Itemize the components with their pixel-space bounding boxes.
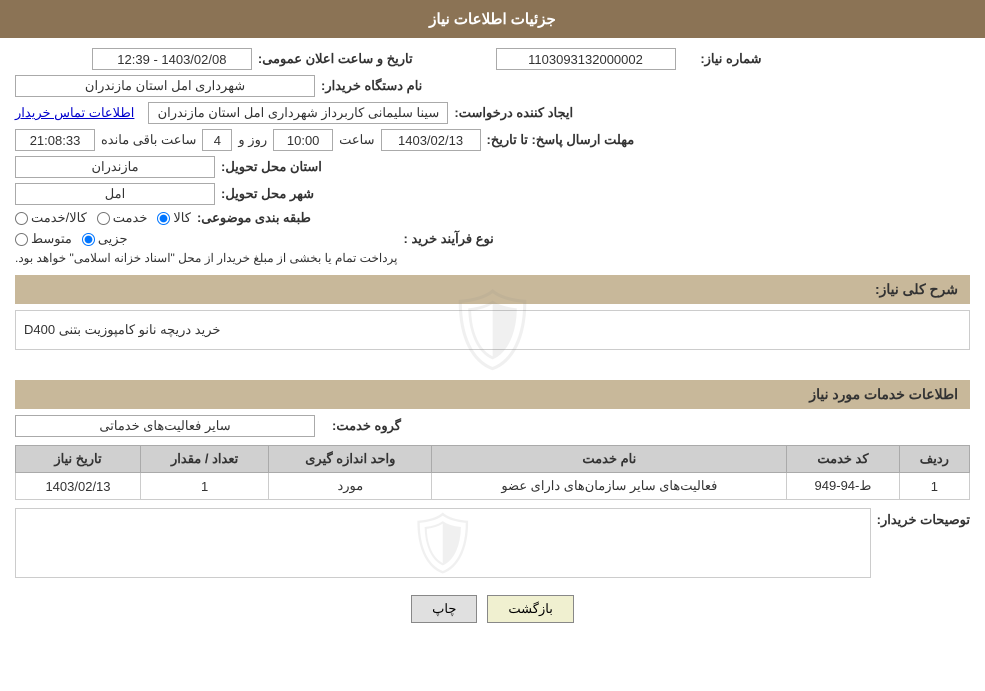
col-code: کد خدمت — [787, 446, 899, 473]
category-option-kala: کالا — [157, 210, 191, 226]
process-jozii-label: جزیی — [98, 231, 128, 247]
print-button[interactable]: چاپ — [411, 595, 477, 623]
deadline-time-label: ساعت — [339, 132, 374, 148]
cell-name: فعالیت‌های سایر سازمان‌های دارای عضو — [432, 473, 787, 500]
creator-contact-link[interactable]: اطلاعات تماس خریدار — [15, 105, 134, 121]
row-category: طبقه بندی موضوعی: کالا/خدمت خدمت کالا — [15, 210, 970, 226]
table-header-row: ردیف کد خدمت نام خدمت واحد اندازه گیری ت… — [16, 446, 970, 473]
category-radio-kala[interactable] — [157, 212, 170, 225]
cell-qty: 1 — [141, 473, 269, 500]
row-service-group: گروه خدمت: سایر فعالیت‌های خدماتی — [15, 415, 970, 437]
category-kala-label: کالا — [173, 210, 191, 226]
row-buyer-org: نام دستگاه خریدار: شهرداری امل استان ماز… — [15, 75, 970, 97]
deadline-time-value: 10:00 — [273, 129, 333, 151]
col-name: نام خدمت — [432, 446, 787, 473]
row-city: شهر محل تحویل: امل — [15, 183, 970, 205]
buyer-org-label: نام دستگاه خریدار: — [321, 78, 422, 94]
category-radio-khedmat[interactable] — [97, 212, 110, 225]
creator-value: سینا سلیمانی کاربرداز شهرداری امل استان … — [148, 102, 448, 124]
summary-value: خرید دریچه نانو کامپوزیت بتنی D400 🛡 — [15, 310, 970, 350]
category-radio-kala-khedmat[interactable] — [15, 212, 28, 225]
deadline-remaining-label: ساعت باقی مانده — [101, 132, 196, 148]
announce-date-value: 1403/02/08 - 12:39 — [92, 48, 252, 70]
province-value: مازندران — [15, 156, 215, 178]
process-radio-jozii[interactable] — [82, 233, 95, 246]
deadline-days-value: 4 — [202, 129, 232, 151]
deadline-remaining-value: 21:08:33 — [15, 129, 95, 151]
city-value: امل — [15, 183, 215, 205]
process-group: متوسط جزیی پرداخت تمام یا بخشی از مبلغ خ… — [15, 231, 398, 265]
row-deadline: مهلت ارسال پاسخ: تا تاریخ: 1403/02/13 سا… — [15, 129, 970, 151]
summary-area: خرید دریچه نانو کامپوزیت بتنی D400 🛡 — [15, 310, 970, 370]
col-qty: تعداد / مقدار — [141, 446, 269, 473]
services-section-label: اطلاعات خدمات مورد نیاز — [809, 386, 958, 402]
notes-watermark: 🛡 — [405, 508, 481, 579]
buyer-notes-label: توصیحات خریدار: — [877, 508, 970, 528]
city-label: شهر محل تحویل: — [221, 186, 314, 202]
services-section-title: اطلاعات خدمات مورد نیاز — [15, 380, 970, 409]
row-process: نوع فرآیند خرید : متوسط جزیی پرداخت تمام… — [15, 231, 970, 265]
col-row: ردیف — [899, 446, 969, 473]
table-body: 1ط-94-949فعالیت‌های سایر سازمان‌های دارا… — [16, 473, 970, 500]
page-header: جزئیات اطلاعات نیاز — [0, 0, 985, 38]
need-number-value: 1103093132000002 — [496, 48, 676, 70]
row-need-number: شماره نیاز: 1103093132000002 تاریخ و ساع… — [15, 48, 970, 70]
process-note: پرداخت تمام یا بخشی از مبلغ خریدار از مح… — [15, 251, 398, 265]
category-option-khedmat: خدمت — [97, 210, 148, 226]
category-label: طبقه بندی موضوعی: — [197, 210, 311, 226]
page-title: جزئیات اطلاعات نیاز — [429, 11, 556, 28]
row-creator: ایجاد کننده درخواست: سینا سلیمانی کاربرد… — [15, 102, 970, 124]
summary-section-title: شرح کلی نیاز: — [15, 275, 970, 304]
summary-section-label: شرح کلی نیاز: — [875, 281, 958, 297]
col-date: تاریخ نیاز — [16, 446, 141, 473]
creator-label: ایجاد کننده درخواست: — [454, 105, 573, 121]
process-option-motavaset: متوسط — [15, 231, 72, 247]
process-label: نوع فرآیند خرید : — [404, 231, 494, 247]
category-khedmat-label: خدمت — [113, 210, 148, 226]
deadline-date-value: 1403/02/13 — [381, 129, 481, 151]
main-content: شماره نیاز: 1103093132000002 تاریخ و ساع… — [0, 38, 985, 645]
services-table: ردیف کد خدمت نام خدمت واحد اندازه گیری ت… — [15, 445, 970, 500]
process-motavaset-label: متوسط — [31, 231, 72, 247]
cell-code: ط-94-949 — [787, 473, 899, 500]
row-buyer-notes: توصیحات خریدار: 🛡 — [15, 508, 970, 578]
cell-unit: مورد — [269, 473, 432, 500]
process-radio-motavaset[interactable] — [15, 233, 28, 246]
button-group: بازگشت چاپ — [15, 583, 970, 635]
buyer-org-value: شهرداری امل استان مازندران — [15, 75, 315, 97]
buyer-notes-box: 🛡 — [15, 508, 871, 578]
cell-date: 1403/02/13 — [16, 473, 141, 500]
table-header: ردیف کد خدمت نام خدمت واحد اندازه گیری ت… — [16, 446, 970, 473]
category-option-kala-khedmat: کالا/خدمت — [15, 210, 87, 226]
table-row: 1ط-94-949فعالیت‌های سایر سازمان‌های دارا… — [16, 473, 970, 500]
row-province: استان محل تحویل: مازندران — [15, 156, 970, 178]
deadline-label: مهلت ارسال پاسخ: تا تاریخ: — [487, 132, 635, 148]
cell-row: 1 — [899, 473, 969, 500]
summary-text: خرید دریچه نانو کامپوزیت بتنی D400 — [24, 322, 220, 338]
process-option-jozii: جزیی — [82, 231, 128, 247]
announce-date-label: تاریخ و ساعت اعلان عمومی: — [258, 51, 413, 67]
page-wrapper: جزئیات اطلاعات نیاز شماره نیاز: 11030931… — [0, 0, 985, 691]
category-kala-khedmat-label: کالا/خدمت — [31, 210, 87, 226]
province-label: استان محل تحویل: — [221, 159, 322, 175]
col-unit: واحد اندازه گیری — [269, 446, 432, 473]
need-number-label: شماره نیاز: — [682, 51, 762, 67]
service-group-value: سایر فعالیت‌های خدماتی — [15, 415, 315, 437]
category-radio-group: کالا/خدمت خدمت کالا — [15, 210, 191, 226]
deadline-day-label: روز و — [238, 132, 267, 148]
service-group-label: گروه خدمت: — [321, 418, 401, 434]
process-radio-group: متوسط جزیی — [15, 231, 398, 247]
back-button[interactable]: بازگشت — [487, 595, 573, 623]
